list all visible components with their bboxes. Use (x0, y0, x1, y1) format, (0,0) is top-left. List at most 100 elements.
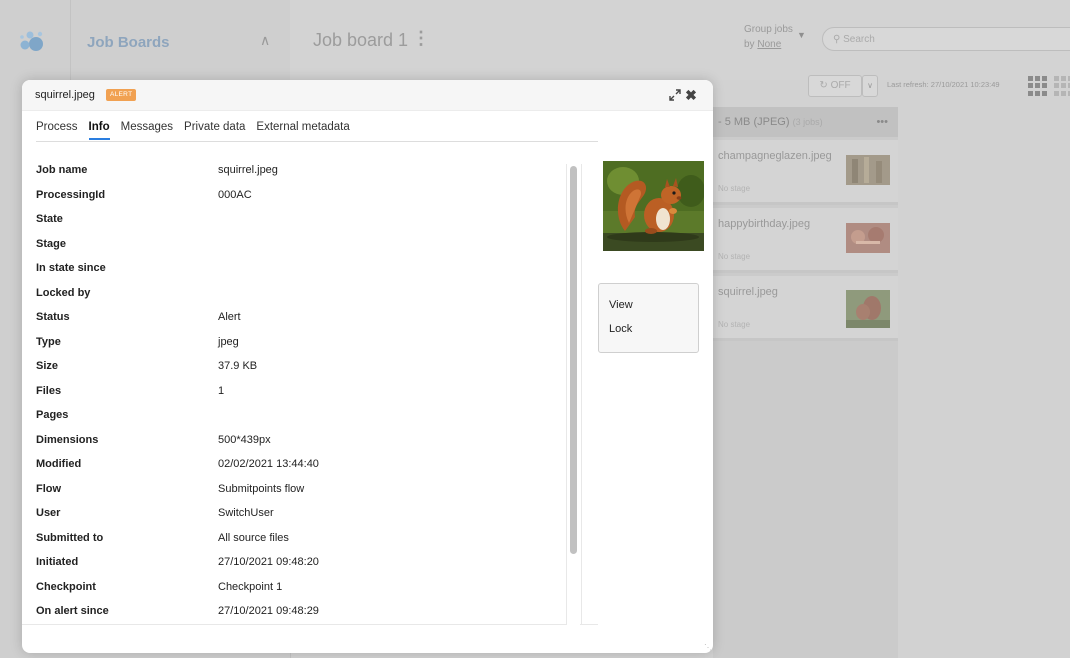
actions-menu: View Lock (598, 283, 699, 353)
info-row: State (36, 213, 556, 237)
info-row: Submitted to All source files (36, 532, 556, 556)
column-count: (3 jobs) (792, 117, 823, 127)
info-key: Stage (36, 237, 66, 250)
info-row: User SwitchUser (36, 507, 556, 531)
info-key: Status (36, 311, 70, 323)
divider (580, 164, 598, 625)
info-value: SwitchUser (218, 507, 274, 519)
dialog-title: squirrel.jpeg (35, 89, 95, 101)
refresh-dropdown-icon[interactable]: ∨ (862, 75, 878, 97)
info-value: Alert (218, 311, 241, 323)
view-action[interactable]: View (609, 299, 633, 311)
job-details-dialog: squirrel.jpeg ALERT ✖ Process Info Messa… (22, 80, 713, 653)
column-title: - 5 MB (JPEG) (718, 116, 790, 128)
info-row: Type jpeg (36, 336, 556, 360)
info-row: Initiated 27/10/2021 09:48:20 (36, 556, 556, 580)
info-key: User (36, 507, 61, 519)
group-jobs-label: Group jobs (744, 24, 793, 35)
info-key: Flow (36, 482, 62, 495)
compact-view-icon[interactable] (1054, 76, 1070, 96)
info-value: 27/10/2021 09:48:20 (218, 556, 319, 568)
tab-bar: Process Info Messages Private data Exter… (36, 121, 598, 142)
chevron-up-icon[interactable]: ∧ (260, 32, 270, 49)
info-key: ProcessingId (36, 188, 106, 201)
info-row: Job name squirrel.jpeg (36, 164, 556, 188)
board-title: Job board 1 (313, 30, 409, 50)
info-row: Checkpoint Checkpoint 1 (36, 581, 556, 605)
info-key: State (36, 213, 63, 225)
info-value: 1 (218, 384, 225, 397)
birthday-thumbnail (846, 223, 890, 253)
info-row: Stage (36, 238, 556, 262)
info-row: In state since (36, 262, 556, 286)
info-row: Size 37.9 KB (36, 360, 556, 384)
info-key: Checkpoint (36, 580, 96, 593)
grid-view-icon[interactable] (1028, 76, 1050, 96)
info-row: Status Alert (36, 311, 556, 335)
search-placeholder: Search (843, 34, 875, 45)
info-value: 500*439px (218, 433, 271, 446)
info-key: Initiated (36, 556, 79, 568)
refresh-icon: ↻ (819, 80, 828, 91)
dialog-header: squirrel.jpeg ALERT ✖ (22, 80, 713, 111)
squirrel-thumbnail (846, 290, 890, 328)
resize-handle-icon[interactable]: ⋱ (704, 643, 712, 652)
group-by-value[interactable]: None (757, 39, 781, 50)
info-row: Pages (36, 409, 556, 433)
search-icon: ⚲ (833, 34, 841, 45)
group-jobs-control[interactable]: Group jobs by None (744, 22, 793, 52)
job-card[interactable]: squirrel.jpeg No stage (713, 276, 898, 341)
info-value: 000AC (218, 188, 252, 201)
board-menu-icon[interactable]: ⋮ (412, 28, 430, 49)
info-value: 37.9 KB (218, 360, 258, 372)
info-row: Modified 02/02/2021 13:44:40 (36, 458, 556, 482)
refresh-toggle-label: OFF (830, 80, 851, 91)
info-value: jpeg (218, 335, 239, 348)
job-card[interactable]: happybirthday.jpeg No stage (713, 208, 898, 273)
job-card[interactable]: champagneglazen.jpeg No stage (713, 140, 898, 205)
lock-action[interactable]: Lock (609, 323, 632, 335)
info-row: Locked by (36, 287, 556, 311)
column-menu-icon[interactable]: ••• (876, 107, 888, 137)
info-value: 27/10/2021 09:48:29 (218, 605, 319, 617)
close-icon[interactable]: ✖ (684, 85, 698, 105)
caret-down-icon[interactable]: ▼ (797, 30, 806, 40)
status-badge: ALERT (106, 89, 137, 101)
info-key: On alert since (36, 605, 109, 617)
job-column-header: - 5 MB (JPEG) (3 jobs) ••• (713, 107, 898, 137)
tab-private-data[interactable]: Private data (184, 121, 245, 140)
expand-icon[interactable] (668, 88, 682, 102)
info-value: Checkpoint 1 (218, 580, 283, 593)
info-row: ProcessingId 000AC (36, 189, 556, 213)
refresh-toggle[interactable]: ↻ OFF (808, 75, 862, 97)
info-key: Pages (36, 409, 69, 421)
scrollbar-thumb[interactable] (570, 166, 577, 554)
sidebar-title: Job Boards (87, 34, 170, 51)
tab-external-metadata[interactable]: External metadata (256, 121, 349, 140)
info-key: Files (36, 384, 62, 397)
info-row: Flow Submitpoints flow (36, 483, 556, 507)
info-key: Locked by (36, 286, 91, 299)
info-table: Job name squirrel.jpeg ProcessingId 000AC … (22, 164, 567, 625)
info-value: squirrel.jpeg (218, 164, 278, 176)
tab-messages[interactable]: Messages (121, 121, 173, 140)
app-logo-icon (20, 31, 43, 51)
champagne-thumbnail (846, 155, 890, 185)
job-card-stage: No stage (718, 252, 751, 261)
info-key: Job name (36, 164, 88, 176)
group-by-prefix: by (744, 39, 755, 50)
logo-cell (0, 0, 71, 80)
tab-process[interactable]: Process (36, 121, 78, 140)
search-input[interactable]: ⚲ Search (822, 27, 1070, 51)
info-row: Dimensions 500*439px (36, 434, 556, 458)
info-row: Files 1 (36, 385, 556, 409)
info-value: All source files (218, 531, 289, 544)
info-key: Type (36, 335, 61, 348)
last-refresh-text: Last refresh: 27/10/2021 10:23:49 (887, 80, 1000, 89)
info-value: 02/02/2021 13:44:40 (218, 458, 319, 470)
info-key: In state since (36, 262, 106, 274)
tab-info[interactable]: Info (88, 121, 110, 140)
info-value: Submitpoints flow (218, 482, 305, 495)
job-card-name: champagneglazen.jpeg (718, 150, 832, 162)
info-key: Size (36, 360, 59, 372)
